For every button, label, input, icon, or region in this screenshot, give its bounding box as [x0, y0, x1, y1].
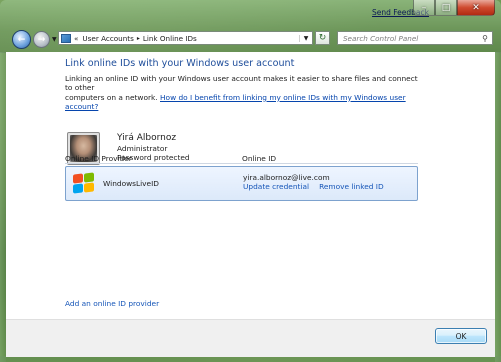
breadcrumb-link-online-ids[interactable]: Link Online IDs [143, 34, 197, 43]
page-title: Link online IDs with your Windows user a… [65, 58, 295, 69]
provider-name: WindowsLiveID [103, 179, 159, 188]
address-dropdown-icon[interactable]: ▼ [299, 34, 312, 42]
add-online-id-provider-link[interactable]: Add an online ID provider [65, 299, 159, 308]
search-input[interactable]: Search Control Panel ⚲ [337, 31, 493, 45]
intro-line-1: Linking an online ID with your Windows u… [65, 74, 418, 93]
close-icon[interactable]: ✕ [457, 0, 495, 16]
provider-column-header: Online ID Provider [65, 154, 132, 163]
remove-linked-id-link[interactable]: Remove linked ID [319, 182, 384, 191]
search-placeholder: Search Control Panel [343, 33, 419, 43]
intro-line-2: computers on a network. [65, 92, 160, 102]
breadcrumb-separator[interactable]: ▸ [137, 35, 140, 42]
breadcrumb-user-accounts[interactable]: User Accounts [82, 34, 133, 43]
back-arrow-icon[interactable]: ← [12, 30, 31, 49]
refresh-icon[interactable]: ↻ [315, 31, 330, 45]
ok-button[interactable]: OK [435, 328, 487, 344]
search-icon[interactable]: ⚲ [478, 34, 492, 43]
button-bar: OK [6, 319, 495, 357]
breadcrumb-overflow[interactable]: « [74, 34, 78, 43]
online-id-column-header: Online ID [242, 154, 277, 163]
maximize-icon[interactable]: □ [435, 0, 457, 16]
provider-row[interactable]: WindowsLiveID yira.albornoz@live.com Upd… [65, 166, 418, 201]
caption-buttons: – □ ✕ [413, 0, 495, 16]
recent-pages-dropdown-icon[interactable]: ▼ [52, 36, 57, 43]
windows-logo-icon [72, 172, 96, 195]
control-panel-window: Send Feedback – □ ✕ ← → ▼ « User Account… [0, 0, 501, 362]
header-divider [65, 163, 418, 164]
user-role: Administrator [117, 143, 168, 153]
forward-arrow-icon[interactable]: → [33, 31, 50, 48]
minimize-icon[interactable]: – [413, 0, 435, 16]
navigation-buttons: ← → ▼ [12, 30, 57, 49]
online-id-value: yira.albornoz@live.com [243, 173, 330, 182]
user-name: Yirá Albornoz [117, 133, 177, 143]
update-credential-link[interactable]: Update credential [243, 182, 309, 191]
content-pane: Link online IDs with your Windows user a… [6, 52, 495, 319]
control-panel-icon [61, 33, 71, 43]
intro-text: Linking an online ID with your Windows u… [65, 74, 425, 112]
address-bar[interactable]: « User Accounts ▸ Link Online IDs ▼ [58, 31, 313, 45]
